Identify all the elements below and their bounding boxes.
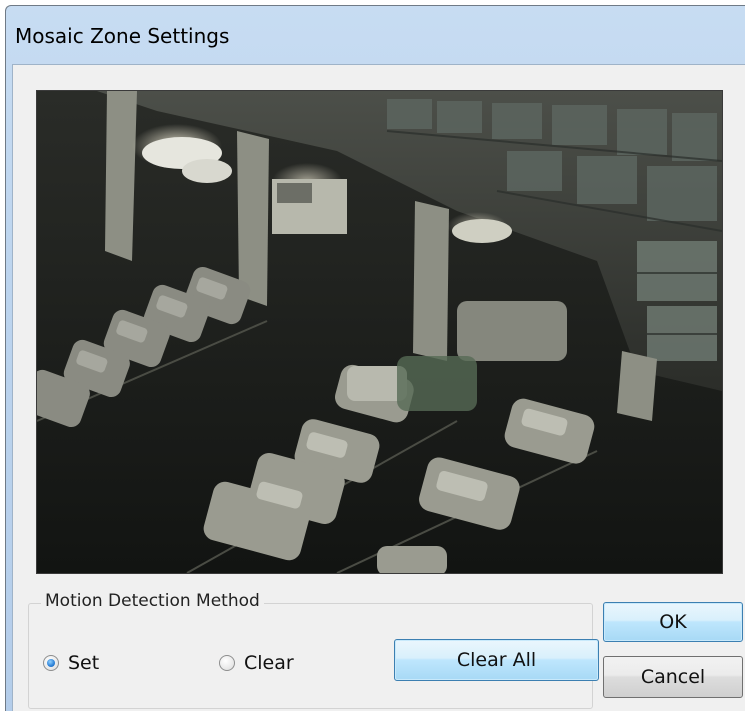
clear-all-button[interactable]: Clear All xyxy=(394,639,599,681)
window-title: Mosaic Zone Settings xyxy=(15,24,230,48)
motion-detection-method-group: Motion Detection Method Set Clear Clear … xyxy=(28,591,599,709)
cancel-button[interactable]: Cancel xyxy=(603,656,743,698)
radio-clear[interactable]: Clear xyxy=(219,652,294,674)
radio-set-label: Set xyxy=(68,652,100,674)
radio-clear-label: Clear xyxy=(244,652,294,674)
camera-view[interactable] xyxy=(36,90,723,574)
mosaic-zone-settings-dialog: Mosaic Zone Settings Motion Detection Me… xyxy=(5,5,745,711)
radio-set-indicator[interactable] xyxy=(43,655,59,671)
radio-set[interactable]: Set xyxy=(43,652,99,674)
title-bar[interactable]: Mosaic Zone Settings xyxy=(6,6,745,68)
ok-button[interactable]: OK xyxy=(603,602,743,642)
camera-feed-image xyxy=(37,91,722,573)
motion-detection-method-label: Motion Detection Method xyxy=(41,591,264,611)
radio-clear-indicator[interactable] xyxy=(219,655,235,671)
dialog-client-area: Motion Detection Method Set Clear Clear … xyxy=(12,64,745,711)
